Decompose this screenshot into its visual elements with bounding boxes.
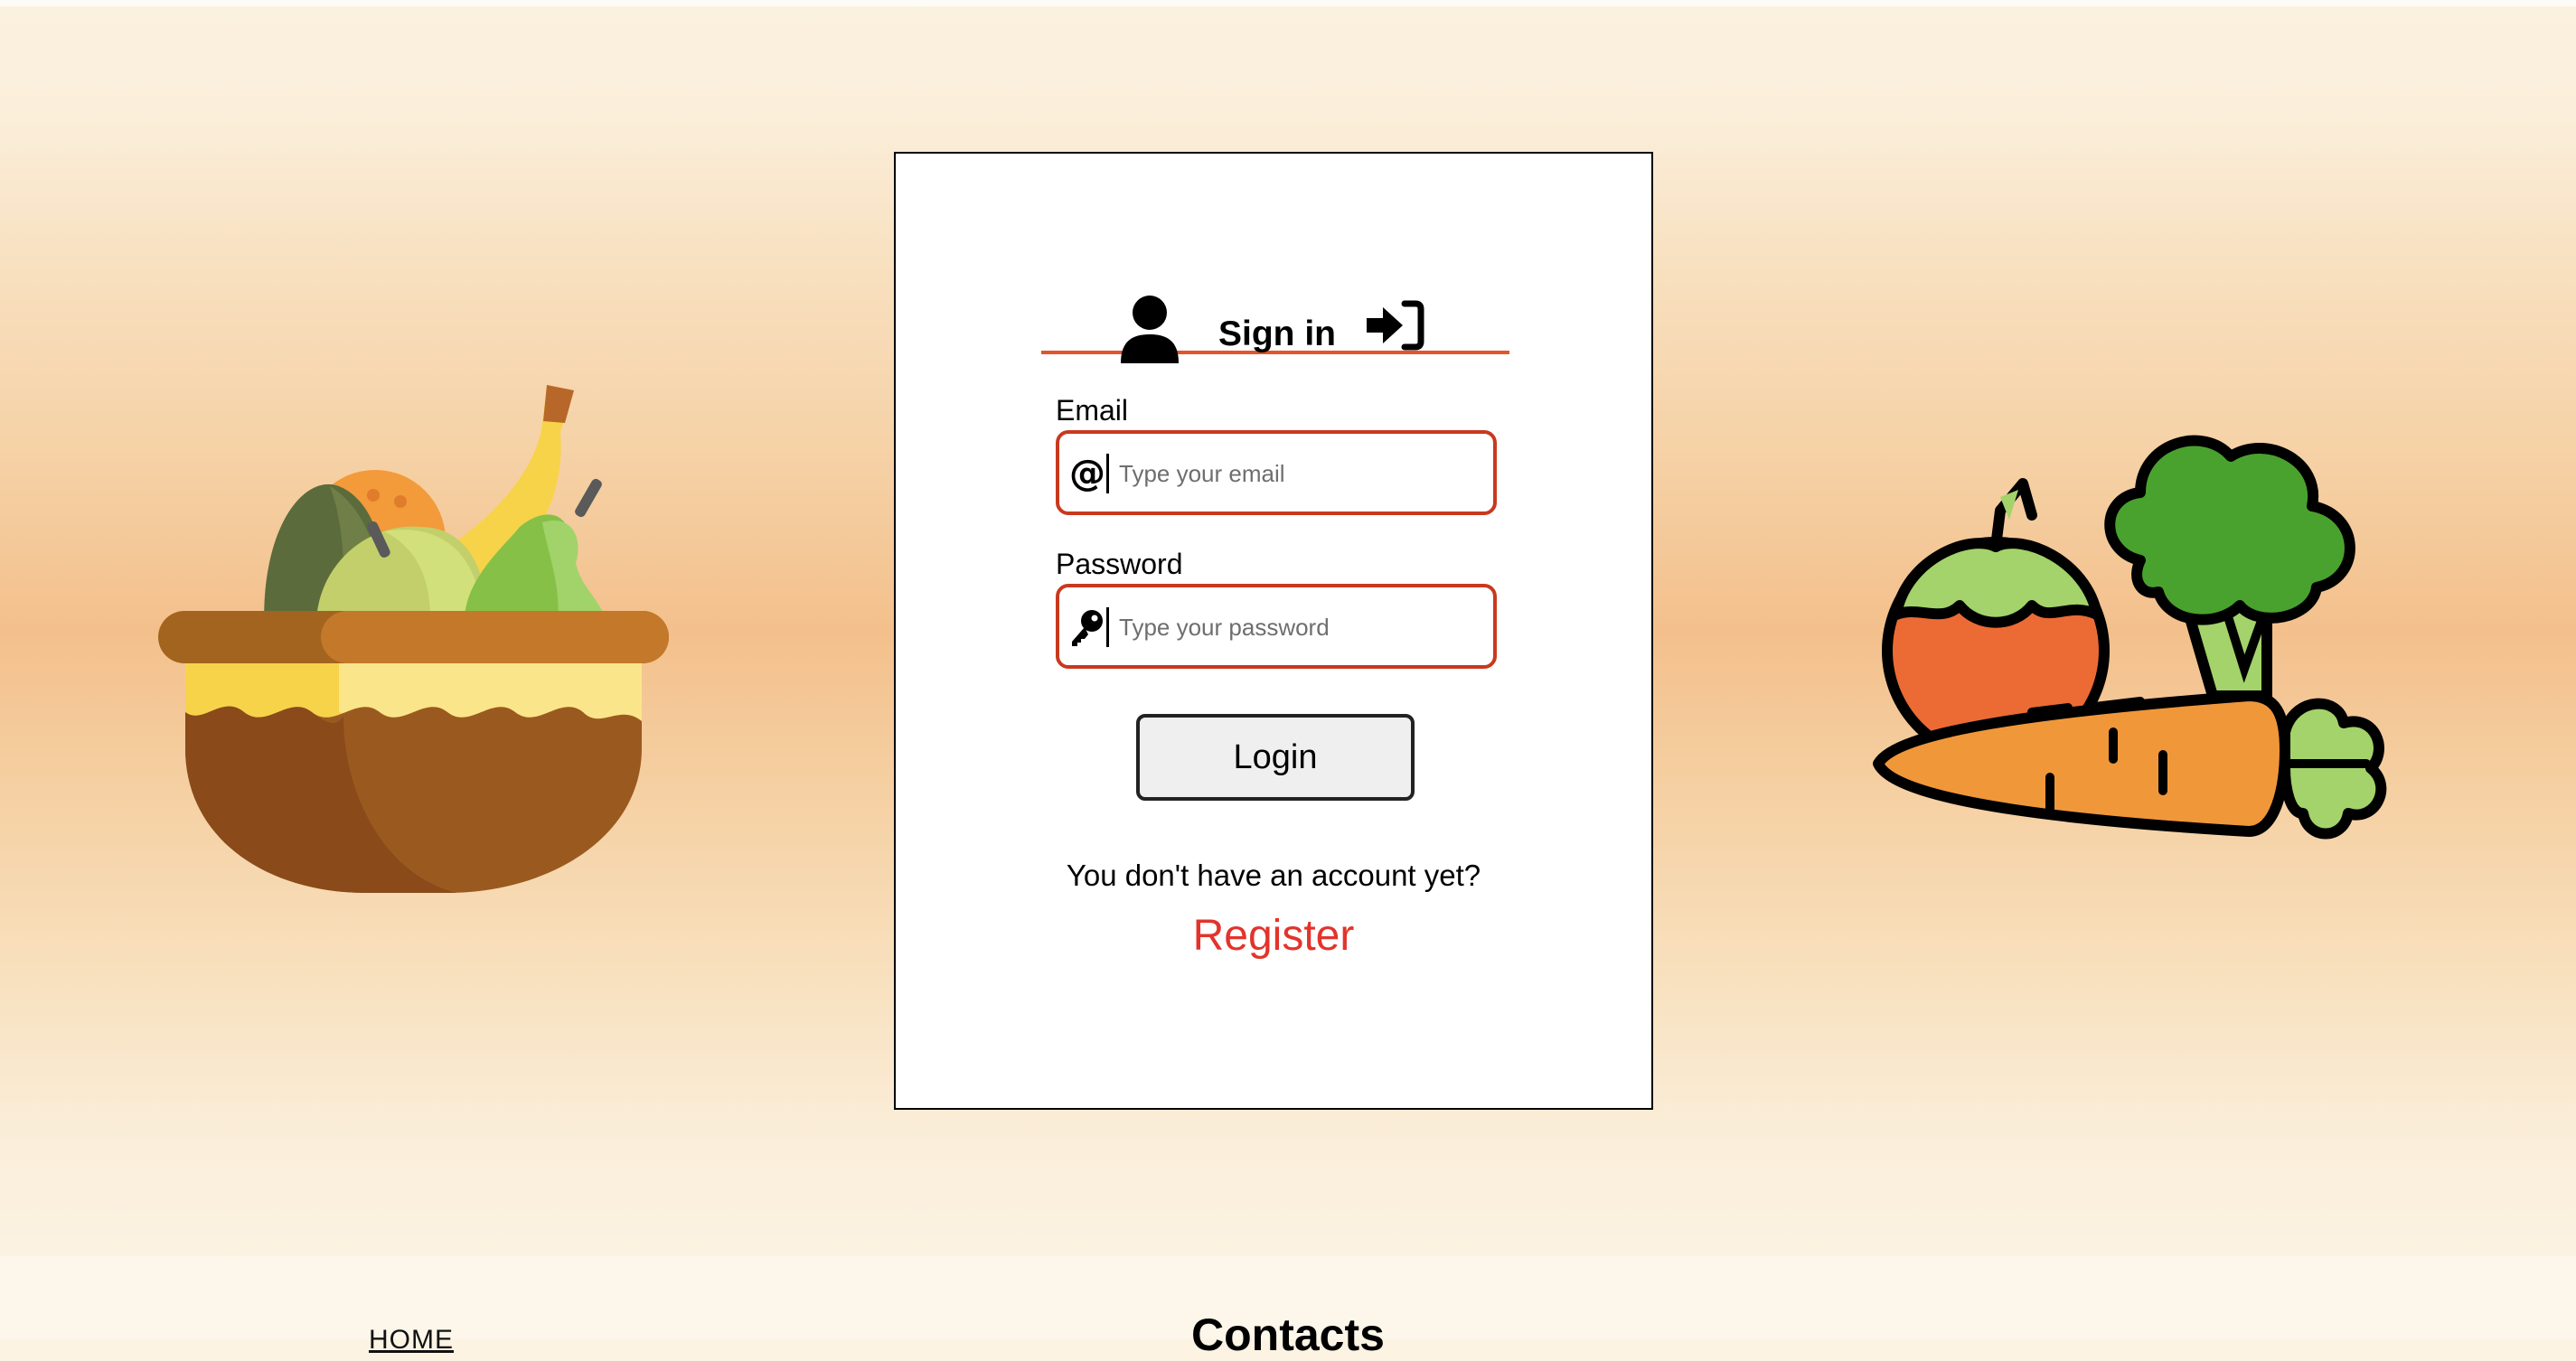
svg-text:@: @ bbox=[1069, 454, 1105, 493]
signin-title: Sign in bbox=[1218, 314, 1336, 353]
footer-home-link[interactable]: HOME bbox=[369, 1325, 454, 1356]
email-field-separator bbox=[1106, 454, 1109, 493]
login-button[interactable]: Login bbox=[1136, 714, 1415, 801]
email-label: Email bbox=[1056, 394, 1129, 427]
at-sign-icon: @ bbox=[1069, 454, 1105, 493]
footer-contacts-heading: Contacts bbox=[1191, 1309, 1385, 1360]
fruit-basket-illustration bbox=[158, 385, 669, 893]
key-icon bbox=[1072, 610, 1103, 646]
signin-card: Sign in Email @ Password Login You don't… bbox=[894, 152, 1653, 1110]
email-input[interactable] bbox=[1117, 446, 1482, 501]
password-label: Password bbox=[1056, 548, 1183, 580]
password-field-separator bbox=[1106, 607, 1109, 647]
register-link[interactable]: Register bbox=[896, 911, 1651, 961]
email-field[interactable]: @ bbox=[1056, 430, 1497, 515]
password-input[interactable] bbox=[1117, 600, 1482, 654]
signin-header: Sign in bbox=[1041, 295, 1509, 363]
no-account-text: You don't have an account yet? bbox=[1066, 859, 1481, 892]
password-field[interactable] bbox=[1056, 584, 1497, 669]
user-icon bbox=[1121, 296, 1179, 363]
vegetables-illustration bbox=[1873, 435, 2387, 840]
sign-in-icon bbox=[1367, 300, 1424, 351]
top-strip bbox=[0, 0, 2576, 6]
